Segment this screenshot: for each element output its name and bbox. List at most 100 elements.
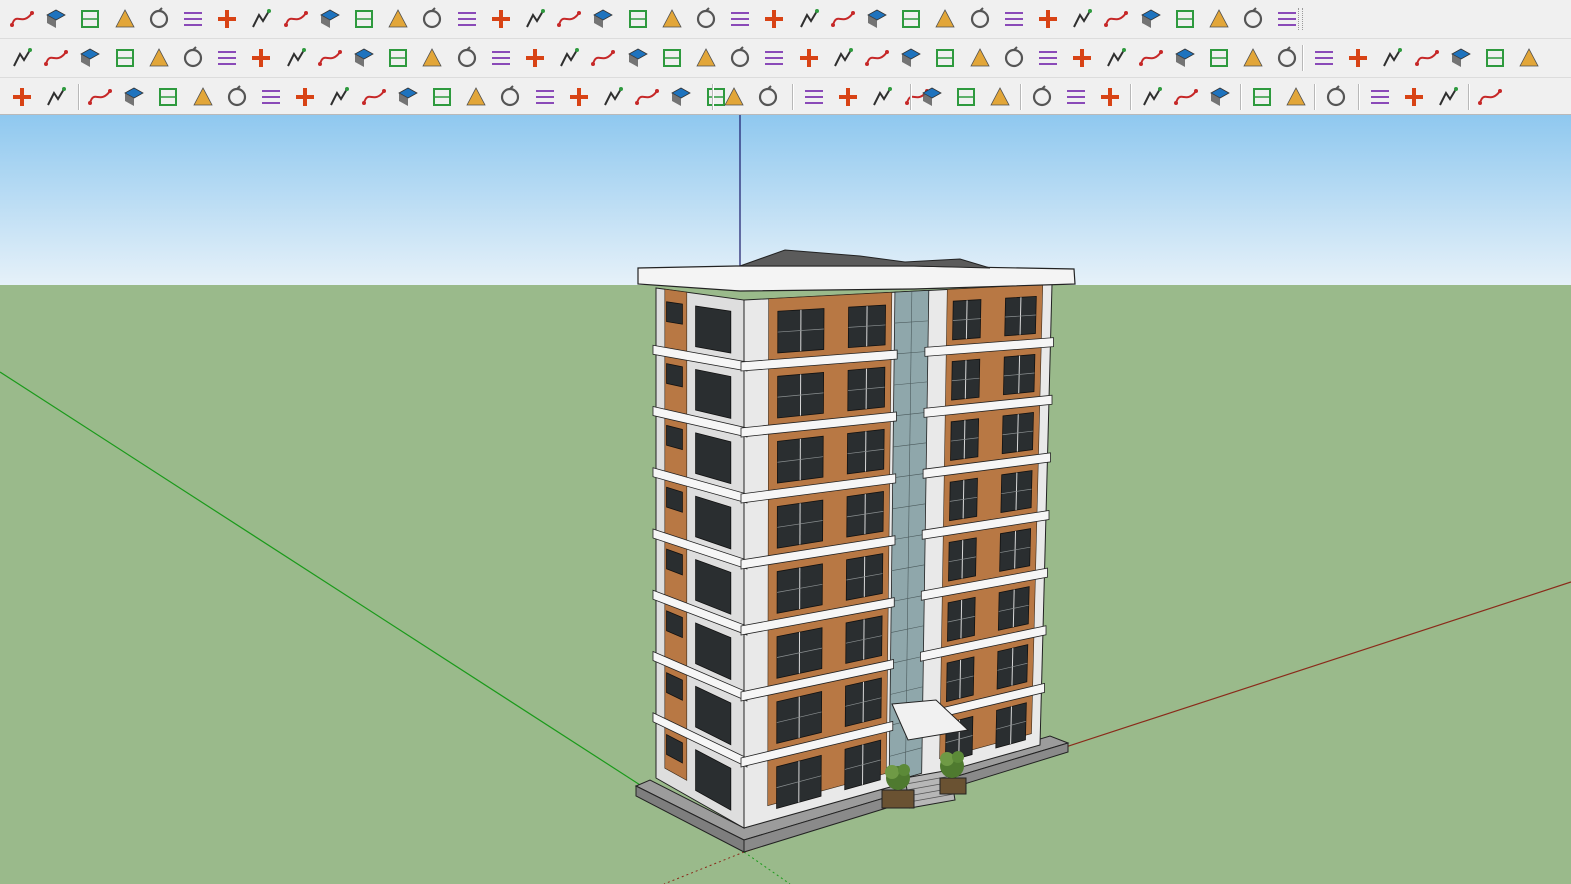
sweep-tool-icon[interactable] [282, 5, 310, 33]
grid-3d-icon[interactable] [1282, 83, 1310, 111]
pyramid-icon[interactable] [487, 5, 515, 33]
radial-lines-icon[interactable] [1239, 5, 1267, 33]
green-line-icon[interactable] [531, 83, 559, 111]
collapse-icon[interactable] [834, 83, 862, 111]
grid-columns-icon[interactable] [555, 5, 583, 33]
blade-icon[interactable] [726, 5, 754, 33]
arc-bracket-icon[interactable] [384, 44, 412, 72]
music-note-icon[interactable] [966, 5, 994, 33]
frame-screen-icon[interactable] [1068, 44, 1096, 72]
select-arrow-icon[interactable] [754, 83, 782, 111]
red-cube-icon[interactable] [1000, 44, 1028, 72]
arrow-curve-icon[interactable] [1515, 44, 1543, 72]
hand-icon[interactable] [589, 5, 617, 33]
mesh-net-icon[interactable] [42, 83, 70, 111]
vent-icon[interactable] [931, 5, 959, 33]
node-curve-icon[interactable] [418, 44, 446, 72]
move-arrows-icon[interactable] [760, 44, 788, 72]
building-model[interactable] [634, 249, 1076, 853]
loft-icon[interactable] [418, 5, 446, 33]
yellow-tent-icon[interactable] [624, 44, 652, 72]
arrow-split-icon[interactable] [829, 5, 857, 33]
grid-panel-icon[interactable] [1096, 83, 1124, 111]
lattice-icon[interactable] [1034, 5, 1062, 33]
pencil-icon[interactable] [1310, 44, 1338, 72]
green-wrench-icon[interactable] [599, 83, 627, 111]
extend-line-icon[interactable] [384, 5, 412, 33]
duplicate-icon[interactable] [1434, 83, 1462, 111]
polygon-icon[interactable] [565, 83, 593, 111]
link-icon[interactable] [350, 44, 378, 72]
white-face-icon[interactable] [145, 44, 173, 72]
red-undo-icon[interactable] [829, 44, 857, 72]
spiral-icon[interactable] [325, 83, 353, 111]
layer-stack-icon[interactable] [692, 5, 720, 33]
lock-open-icon[interactable] [8, 83, 36, 111]
duplicate-alt-icon[interactable] [1476, 83, 1504, 111]
paint-roll-icon[interactable] [1378, 44, 1406, 72]
toolbar-grip[interactable] [1298, 8, 1303, 30]
arc-bridge-icon[interactable] [86, 83, 114, 111]
semi-arc-icon[interactable] [462, 83, 490, 111]
expand-icon[interactable] [800, 83, 828, 111]
blue-house-icon[interactable] [1447, 44, 1475, 72]
blue-window-icon[interactable] [1206, 83, 1234, 111]
box-icon[interactable] [213, 5, 241, 33]
cloud-grid-icon[interactable] [1366, 83, 1394, 111]
ruler-frame-icon[interactable] [453, 5, 481, 33]
twist-icon[interactable] [223, 83, 251, 111]
green-polyline-icon[interactable] [394, 83, 422, 111]
trim-tool-icon[interactable] [76, 5, 104, 33]
bend-tool-icon[interactable] [179, 5, 207, 33]
eraser-tool-icon[interactable] [42, 5, 70, 33]
orange-tile-icon[interactable] [1171, 44, 1199, 72]
stripes-icon[interactable] [897, 5, 925, 33]
lines-icon[interactable] [868, 83, 896, 111]
curve-spline-icon[interactable] [8, 5, 36, 33]
scale-icon[interactable] [897, 44, 925, 72]
zigzag-icon[interactable] [154, 83, 182, 111]
yellow-face-icon[interactable] [42, 44, 70, 72]
drawing-viewport[interactable] [0, 115, 1571, 884]
tag-icon[interactable] [1413, 44, 1441, 72]
gear-outline-icon[interactable] [111, 5, 139, 33]
grid-texture-icon[interactable] [1322, 83, 1350, 111]
green-face-icon[interactable] [76, 44, 104, 72]
dash-line-icon[interactable] [952, 83, 980, 111]
green-cone-icon[interactable] [555, 44, 583, 72]
dash-add-icon[interactable] [986, 83, 1014, 111]
outline-shape-icon[interactable] [145, 5, 173, 33]
polyline-icon[interactable] [120, 83, 148, 111]
yellow-loop-icon[interactable] [658, 44, 686, 72]
dashed-arc-icon[interactable] [1239, 44, 1267, 72]
refresh-icon[interactable] [726, 44, 754, 72]
red-face-icon[interactable] [111, 44, 139, 72]
checker-icon[interactable] [1400, 83, 1428, 111]
bucket-icon[interactable] [795, 44, 823, 72]
wave-n-icon[interactable] [189, 83, 217, 111]
columns-icon[interactable] [521, 5, 549, 33]
offset-corner-icon[interactable] [316, 5, 344, 33]
grill-icon[interactable] [1000, 5, 1028, 33]
red-cross-icon[interactable] [453, 44, 481, 72]
surface-icon[interactable] [624, 5, 652, 33]
red-cone-icon[interactable] [667, 83, 695, 111]
stairs-icon[interactable] [1068, 5, 1096, 33]
green-cross-icon[interactable] [487, 44, 515, 72]
pattern-cube-icon[interactable] [1034, 44, 1062, 72]
fillet-corner-icon[interactable] [350, 5, 378, 33]
hook-curve-icon[interactable] [428, 83, 456, 111]
component-swap-icon[interactable] [1273, 44, 1301, 72]
orange-panel-icon[interactable] [1137, 44, 1165, 72]
red-gear-icon[interactable] [931, 44, 959, 72]
terrain-add-icon[interactable] [720, 83, 748, 111]
box-open-icon[interactable] [316, 44, 344, 72]
red-spin-icon[interactable] [966, 44, 994, 72]
orange-curve-icon[interactable] [179, 44, 207, 72]
dome-icon[interactable] [863, 5, 891, 33]
blue-face-icon[interactable] [8, 44, 36, 72]
blue-x-icon[interactable] [521, 44, 549, 72]
red-circle-icon[interactable] [633, 83, 661, 111]
red-arc-icon[interactable] [360, 83, 388, 111]
frame-box-icon[interactable] [247, 44, 275, 72]
